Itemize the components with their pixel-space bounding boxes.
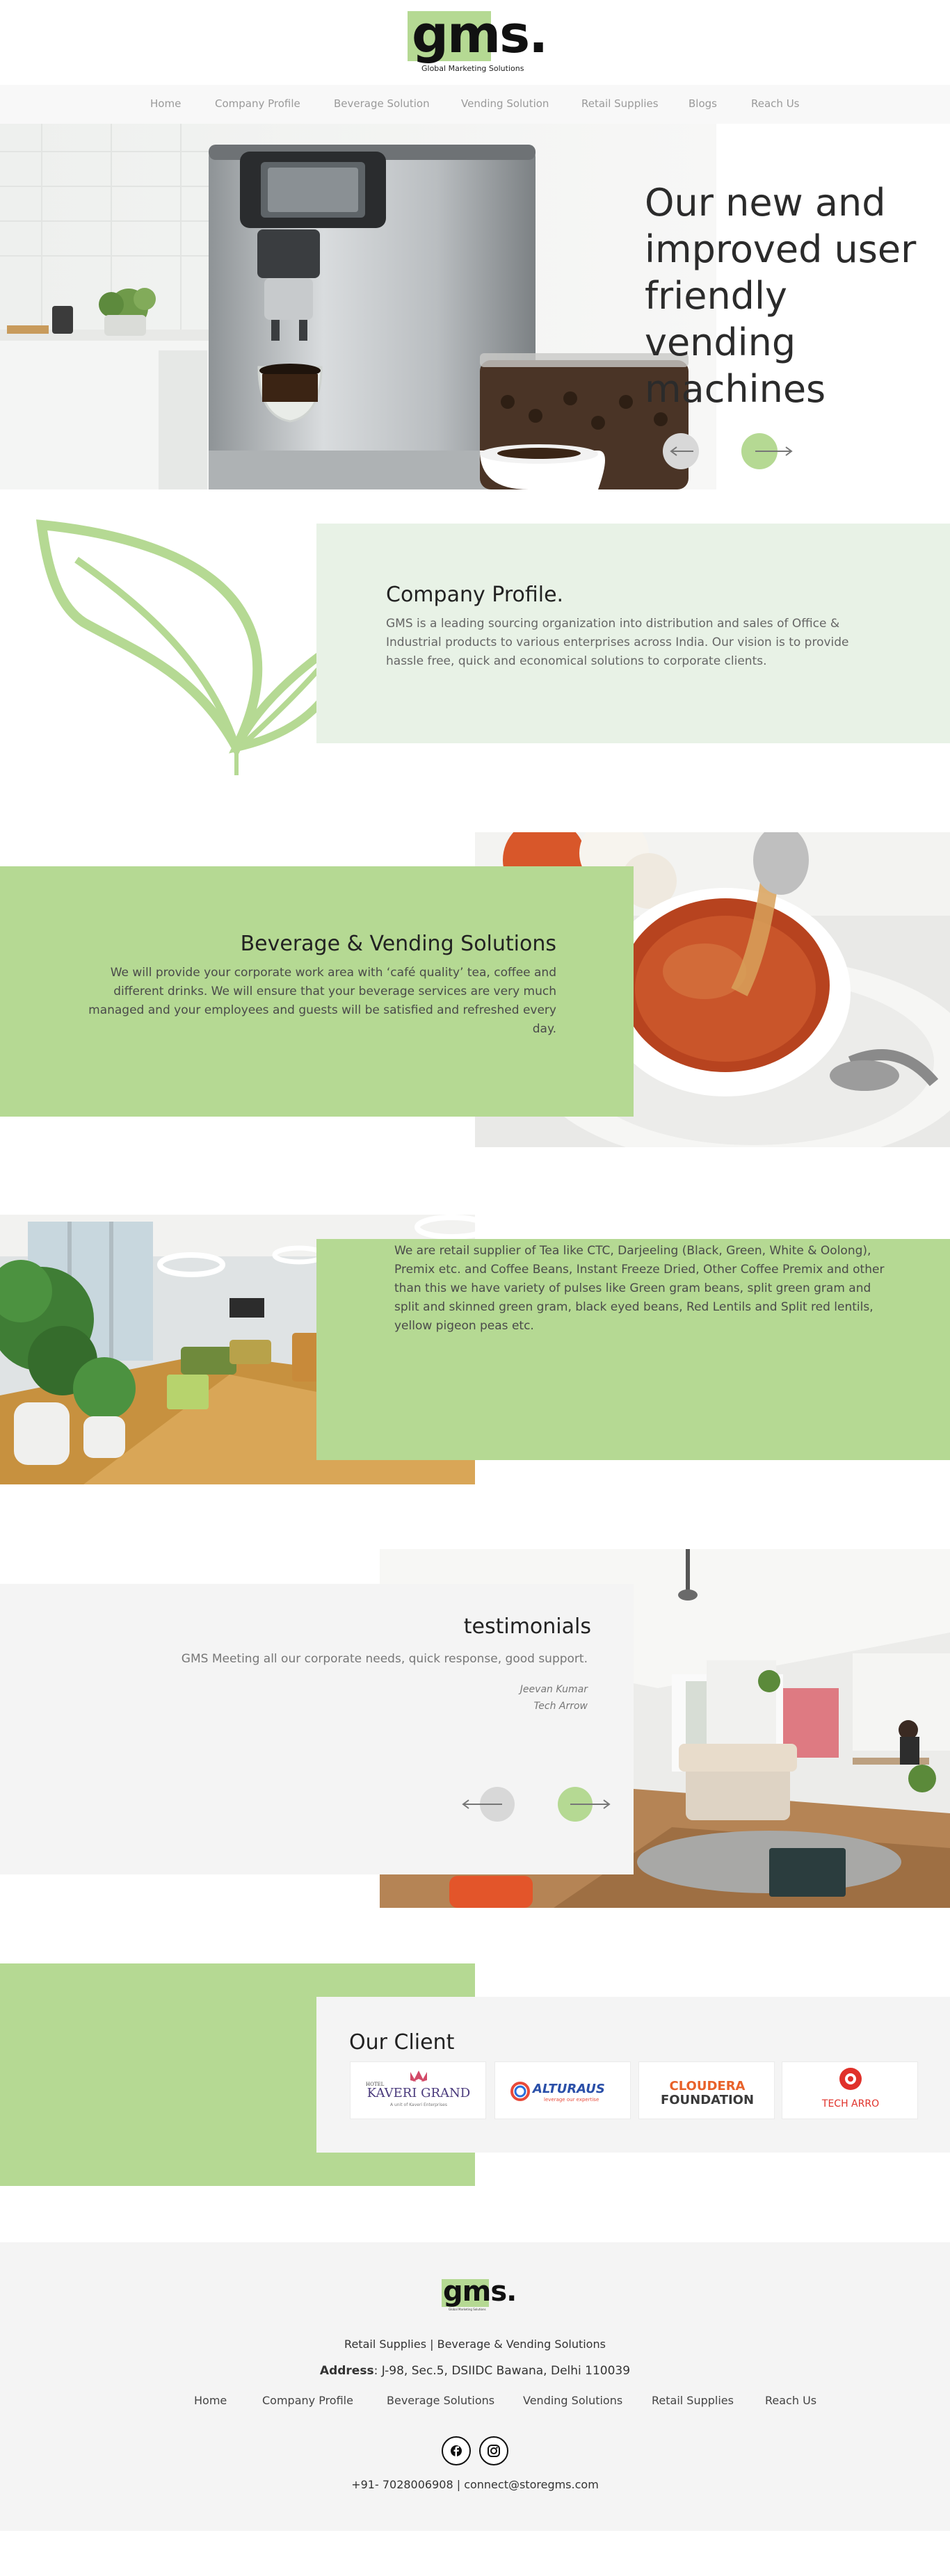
clients-title: Our Client	[349, 2030, 455, 2055]
instagram-button[interactable]	[479, 2436, 508, 2465]
arrow-right-icon	[755, 446, 793, 456]
leaf-illustration	[35, 519, 353, 775]
client-kaveri-name: KAVERI GRAND	[367, 2086, 470, 2100]
company-profile-title: Company Profile.	[386, 583, 564, 607]
client-logo-alturaus: ALTURAUS leverage our expertise	[494, 2061, 631, 2119]
nav-company-profile[interactable]: Company Profile	[215, 97, 300, 110]
footer-nav-beverage-solutions[interactable]: Beverage Solutions	[387, 2394, 494, 2407]
hero-title: Our new and improved user friendly vendi…	[645, 181, 917, 411]
testimonials-title: testimonials	[463, 1614, 591, 1639]
footer-address: Address: J-98, Sec.5, DSIIDC Bawana, Del…	[0, 2364, 950, 2378]
testimonial-next-button[interactable]	[558, 1787, 611, 1822]
client-alturaus-name: ALTURAUS	[531, 2082, 605, 2096]
testimonial-author: Jeevan Kumar	[520, 1684, 588, 1695]
footer-nav-retail-supplies[interactable]: Retail Supplies	[652, 2394, 734, 2407]
client-logo-kaveri-grand: HOTEL KAVERI GRAND A unit of Kaveri Ente…	[350, 2061, 486, 2119]
client-cloudera-name: CLOUDERA	[670, 2079, 746, 2093]
footer-logo-text: gms.	[443, 2276, 517, 2308]
hero-image	[0, 124, 716, 489]
client-logo-cloudera: CLOUDERA FOUNDATION	[638, 2061, 775, 2119]
footer-address-value: : J-98, Sec.5, DSIIDC Bawana, Delhi 1100…	[373, 2364, 631, 2378]
nav-home[interactable]: Home	[150, 97, 181, 110]
nav-retail-supplies[interactable]: Retail Supplies	[581, 97, 659, 110]
testimonial-prev-button[interactable]	[462, 1787, 515, 1822]
beverage-title: Beverage & Vending Solutions	[240, 932, 556, 956]
arrow-left-icon	[670, 446, 693, 456]
nav-reach-us[interactable]: Reach Us	[751, 97, 800, 110]
client-cloudera-sub: FOUNDATION	[661, 2093, 754, 2107]
client-kaveri-sub: A unit of Kaveri Enterprises	[390, 2103, 447, 2107]
company-profile-text: GMS is a leading sourcing organization i…	[386, 617, 849, 668]
logo-tagline: Global Marketing Solutions	[421, 64, 524, 73]
footer-logo[interactable]: gms. Global Marketing Solutions	[440, 2276, 517, 2312]
hero-section: Our new and improved user friendly vendi…	[0, 124, 950, 489]
footer-logo-tagline: Global Marketing Solutions	[449, 2308, 486, 2311]
testimonial-quote: GMS Meeting all our corporate needs, qui…	[181, 1652, 588, 1666]
retail-panel: We are retail supplier of Tea like CTC, …	[316, 1239, 950, 1460]
main-nav: Home Company Profile Beverage Solution V…	[0, 85, 950, 124]
arrow-left-icon	[462, 1799, 502, 1809]
arrow-right-icon	[570, 1799, 611, 1809]
footer-nav-vending-solutions[interactable]: Vending Solutions	[523, 2394, 622, 2407]
nav-blogs[interactable]: Blogs	[689, 97, 717, 110]
hero-prev-button[interactable]	[663, 433, 699, 469]
nav-beverage-solution[interactable]: Beverage Solution	[334, 97, 430, 110]
footer-nav-home[interactable]: Home	[194, 2394, 227, 2407]
facebook-icon	[451, 2445, 462, 2456]
beverage-text: We will provide your corporate work area…	[88, 966, 556, 1036]
client-tech-arro-name: TECH ARRO	[821, 2098, 879, 2109]
instagram-icon	[488, 2445, 500, 2457]
client-logo-tech-arro: TECH ARRO	[782, 2061, 918, 2119]
client-alturaus-sub: leverage our expertise	[544, 2097, 599, 2103]
nav-vending-solution[interactable]: Vending Solution	[461, 97, 549, 110]
logo-text: gms.	[412, 5, 548, 65]
footer-contact: +91- 7028006908 | connect@storegms.com	[351, 2478, 599, 2491]
hero-next-button[interactable]	[741, 433, 793, 469]
footer-address-label: Address	[319, 2364, 374, 2378]
logo-mark: gms.	[406, 6, 548, 64]
facebook-button[interactable]	[442, 2436, 471, 2465]
footer-services: Retail Supplies | Beverage & Vending Sol…	[344, 2338, 606, 2351]
site-logo[interactable]: gms. Global Marketing Solutions	[406, 6, 548, 76]
footer-nav-company-profile[interactable]: Company Profile	[262, 2394, 353, 2407]
footer-nav-reach-us[interactable]: Reach Us	[765, 2394, 816, 2407]
retail-text: We are retail supplier of Tea like CTC, …	[394, 1244, 885, 1333]
site-header: gms. Global Marketing Solutions	[0, 0, 950, 85]
testimonial-company: Tech Arrow	[533, 1701, 588, 1712]
